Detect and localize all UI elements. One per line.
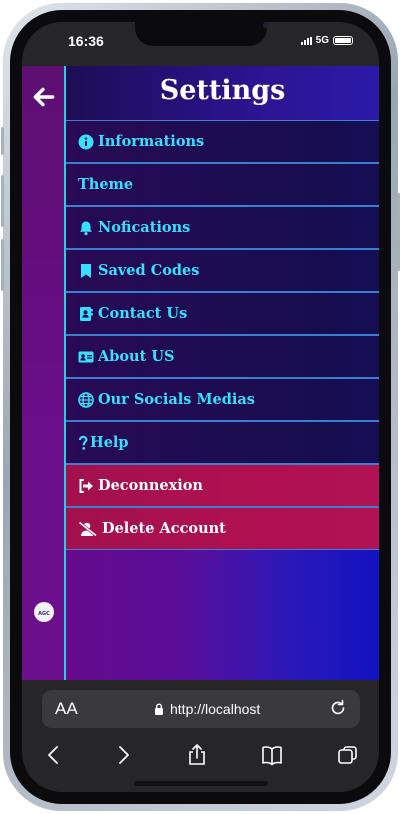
- bookmarks-icon[interactable]: [260, 743, 284, 767]
- status-time: 16:36: [68, 33, 104, 49]
- menu-item-notifications[interactable]: Nofications: [66, 206, 379, 249]
- menu-label: Deconnexion: [98, 477, 203, 494]
- phone-screen: 16:36 5G AGC Settings Informations Theme: [22, 22, 379, 792]
- home-indicator: [134, 781, 268, 786]
- logout-icon: [78, 478, 94, 494]
- url-display[interactable]: http://localhost: [154, 701, 260, 717]
- globe-icon: [78, 391, 94, 408]
- bookmark-icon: [78, 263, 94, 279]
- mute-switch: [1, 127, 4, 155]
- menu-label: Informations: [98, 133, 205, 150]
- share-icon[interactable]: [185, 743, 209, 767]
- status-indicators: 5G: [300, 35, 353, 46]
- menu-label: Nofications: [98, 219, 191, 236]
- settings-menu: Informations Theme Nofications Saved Cod…: [66, 120, 379, 550]
- notch: [135, 22, 269, 46]
- volume-down-button: [1, 239, 4, 291]
- lock-icon: [155, 703, 163, 715]
- logo-text: AGC: [38, 611, 50, 617]
- signal-icon: [300, 36, 312, 45]
- menu-item-saved-codes[interactable]: Saved Codes: [66, 249, 379, 292]
- back-icon[interactable]: [42, 743, 66, 767]
- contact-book-icon: [78, 306, 94, 322]
- address-bar[interactable]: AA http://localhost: [42, 690, 360, 728]
- menu-label: Delete Account: [102, 520, 226, 537]
- menu-item-socials[interactable]: Our Socials Medias: [66, 378, 379, 421]
- camera-icon: [263, 22, 269, 28]
- browser-toolbar: [22, 743, 379, 773]
- page-title: Settings: [66, 66, 379, 120]
- app-logo[interactable]: AGC: [34, 602, 54, 622]
- menu-label: Saved Codes: [98, 262, 200, 279]
- info-icon: [78, 134, 94, 150]
- id-card-icon: [78, 349, 94, 365]
- menu-item-help[interactable]: Help: [66, 421, 379, 464]
- back-arrow-icon[interactable]: [31, 84, 57, 110]
- user-slash-icon: [78, 520, 98, 537]
- battery-icon: [333, 36, 353, 45]
- question-icon: [78, 435, 88, 451]
- menu-label: Theme: [78, 176, 134, 193]
- forward-icon[interactable]: [111, 743, 135, 767]
- reload-icon[interactable]: [328, 698, 348, 718]
- menu-item-logout[interactable]: Deconnexion: [66, 464, 379, 507]
- menu-label: About US: [98, 348, 175, 365]
- browser-chrome: AA http://localhost: [22, 680, 379, 792]
- power-button: [397, 193, 400, 271]
- menu-label: Our Socials Medias: [98, 391, 255, 408]
- menu-item-contact-us[interactable]: Contact Us: [66, 292, 379, 335]
- app-area: AGC Settings Informations Theme Noficati…: [22, 66, 379, 680]
- volume-up-button: [1, 175, 4, 227]
- menu-label: Help: [90, 434, 129, 451]
- menu-item-about-us[interactable]: About US: [66, 335, 379, 378]
- text-size-button[interactable]: AA: [55, 699, 78, 719]
- bell-icon: [78, 220, 94, 236]
- url-text: http://localhost: [170, 701, 261, 717]
- menu-label: Contact Us: [98, 305, 188, 322]
- left-sidebar: AGC: [22, 66, 66, 680]
- menu-item-delete-account[interactable]: Delete Account: [66, 507, 379, 550]
- tabs-icon[interactable]: [336, 743, 360, 767]
- network-label: 5G: [315, 35, 329, 46]
- menu-item-informations[interactable]: Informations: [66, 120, 379, 163]
- menu-item-theme[interactable]: Theme: [66, 163, 379, 206]
